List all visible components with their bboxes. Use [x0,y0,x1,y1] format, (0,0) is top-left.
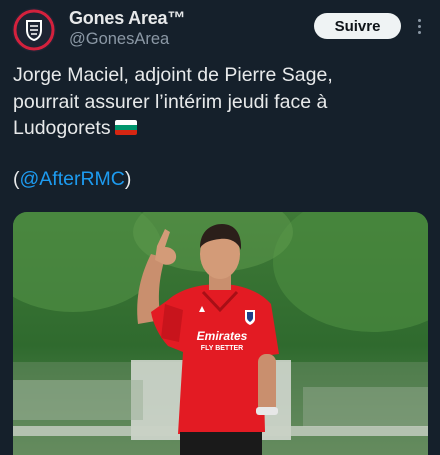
bulgaria-flag-icon [114,120,137,135]
mention-paren-close: ) [124,168,132,190]
jersey-sponsor: Emirates [197,329,248,343]
mention-line: (@AfterRMC) [13,168,131,191]
tweet-text: Jorge Maciel, adjoint de Pierre Sage, po… [13,62,433,142]
jersey-sponsor-tagline: FLY BETTER [201,345,243,352]
tweet-line-text: Ludogorets [13,117,111,139]
name-row: Gones Area™ [69,8,185,29]
follow-button[interactable]: Suivre [314,13,401,39]
more-vertical-icon[interactable] [410,14,428,38]
tweet-line: pourrait assurer l’intérim jeudi face à [13,90,328,113]
tweet-photo[interactable]: Emirates FLY BETTER [13,212,428,455]
display-name[interactable]: Gones Area™ [69,8,185,29]
user-handle[interactable]: @GonesArea [69,30,169,49]
club-crest-icon [12,8,56,52]
tweet-line: Ludogorets [13,115,433,142]
tweet-line: Jorge Maciel, adjoint de Pierre Sage, [13,64,333,86]
avatar[interactable] [12,8,56,52]
tweet-header: Gones Area™ @GonesArea Suivre [0,0,440,60]
coach-photo: Emirates FLY BETTER [13,212,428,455]
mention-link[interactable]: @AfterRMC [20,168,125,190]
